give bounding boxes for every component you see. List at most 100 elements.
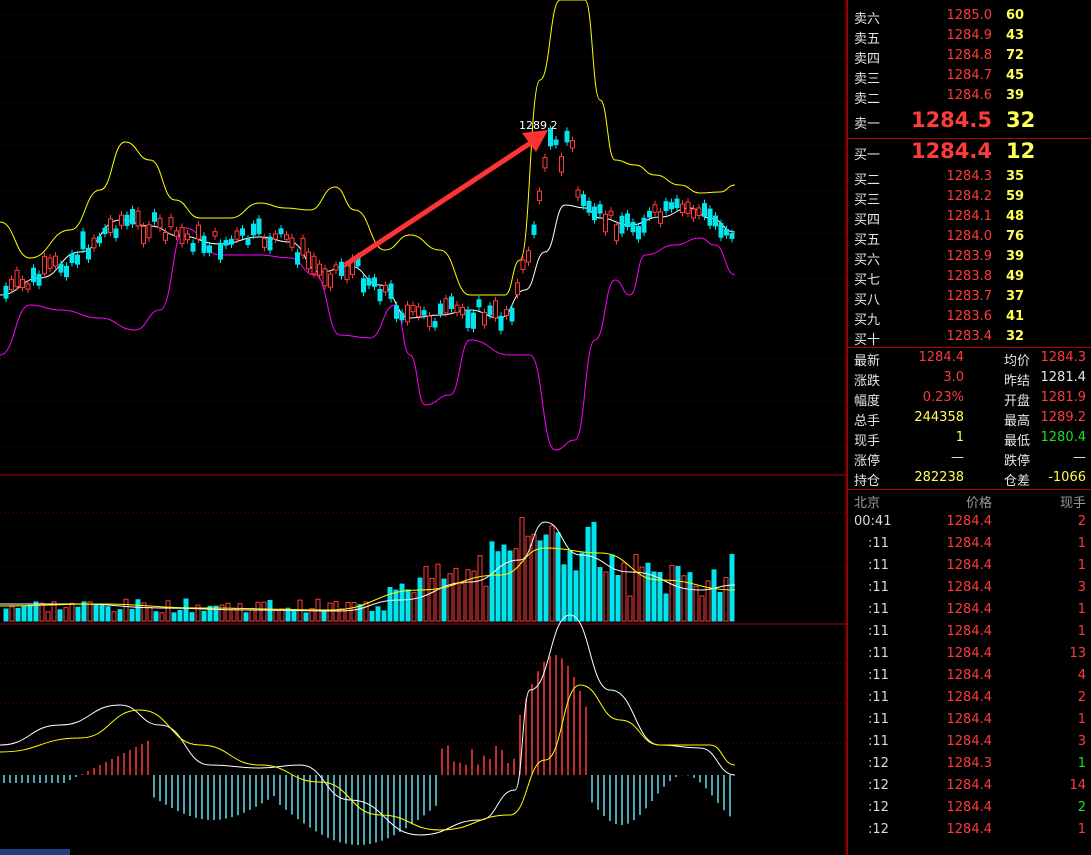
- candle-body: [718, 222, 724, 238]
- tick-row[interactable]: :11 1284.4 1: [848, 600, 1091, 622]
- tick-row[interactable]: 00:41 1284.4 2: [848, 512, 1091, 534]
- candle-body: [295, 252, 300, 265]
- high-price-label: 1289.2: [519, 119, 558, 132]
- tick-row[interactable]: :11 1284.4 1: [848, 556, 1091, 578]
- level-label: 买二: [854, 173, 881, 188]
- candle-body: [339, 261, 344, 276]
- tick-row[interactable]: :11 1284.4 4: [848, 666, 1091, 688]
- quote-row: 总手 244358 最高 1289.2: [848, 408, 1091, 429]
- quote-row: 幅度 0.23% 开盘 1281.9: [848, 388, 1091, 409]
- ask-row[interactable]: 卖四 1284.8 72: [848, 46, 1091, 67]
- volume-bar: [99, 603, 105, 622]
- tick-row[interactable]: :11 1284.4 2: [848, 688, 1091, 710]
- tick-row[interactable]: :12 1284.3 1: [848, 754, 1091, 776]
- bid-row[interactable]: 买五 1284.0 76: [848, 227, 1091, 248]
- quote-label: 涨跌: [854, 374, 881, 389]
- ask-row[interactable]: 卖五 1284.9 43: [848, 26, 1091, 47]
- volume-bar: [225, 602, 231, 622]
- candle-body: [141, 226, 146, 244]
- level-volume: 76: [1006, 229, 1025, 244]
- tick-row[interactable]: :11 1284.4 1: [848, 710, 1091, 732]
- candle-body: [674, 198, 680, 209]
- tick-row[interactable]: :11 1284.4 13: [848, 644, 1091, 666]
- candle-body: [344, 264, 350, 281]
- tick-row[interactable]: :12 1284.4 1: [848, 820, 1091, 842]
- volume-bar: [615, 575, 621, 622]
- kline-chart[interactable]: [0, 0, 847, 855]
- bid-row[interactable]: 买四 1284.1 48: [848, 207, 1091, 228]
- tick-volume: 1: [1077, 624, 1086, 639]
- volume-bar: [519, 516, 525, 622]
- tick-row[interactable]: :11 1284.4 1: [848, 534, 1091, 556]
- volume-bar: [573, 570, 579, 622]
- quote-value: 1281.4: [1040, 370, 1087, 385]
- level-price: 1284.0: [946, 229, 993, 244]
- volume-bar: [633, 553, 639, 622]
- volume-bar: [345, 601, 351, 622]
- candle-body: [603, 213, 608, 233]
- ask-row[interactable]: 卖六 1285.0 60: [848, 6, 1091, 27]
- bid-row[interactable]: 买八 1283.7 37: [848, 287, 1091, 308]
- level-price: 1284.4: [910, 139, 992, 163]
- candle-body: [168, 217, 174, 228]
- bid-row[interactable]: 买六 1283.9 39: [848, 247, 1091, 268]
- bid-row[interactable]: 买三 1284.2 59: [848, 187, 1091, 208]
- volume-bar: [555, 532, 561, 622]
- bid-row[interactable]: 买七 1283.8 49: [848, 267, 1091, 288]
- candle-body: [229, 238, 234, 245]
- volume-bar: [531, 533, 537, 622]
- tick-row[interactable]: :11 1284.4 3: [848, 578, 1091, 600]
- candle-body: [729, 233, 735, 239]
- level-price: 1284.7: [946, 68, 993, 83]
- volume-bar: [57, 609, 63, 622]
- volume-bar: [489, 541, 495, 622]
- tick-row[interactable]: :11 1284.4 1: [848, 622, 1091, 644]
- candle-body: [372, 277, 377, 287]
- candle-body: [80, 231, 86, 250]
- candle-body: [311, 255, 317, 275]
- candle-body: [608, 210, 614, 216]
- quote-label: 最高: [1004, 414, 1031, 429]
- volume-bar: [3, 608, 9, 622]
- volume-bar: [501, 544, 507, 622]
- level-volume: 49: [1006, 269, 1025, 284]
- quote-value: 1281.9: [1040, 390, 1087, 405]
- candle-body: [377, 289, 383, 302]
- chart-area[interactable]: 1289.2: [0, 0, 847, 855]
- volume-bar: [177, 609, 183, 622]
- level-volume: 59: [1006, 189, 1025, 204]
- ask-row[interactable]: 卖三 1284.7 45: [848, 66, 1091, 87]
- tick-row[interactable]: :12 1284.4 2: [848, 798, 1091, 820]
- quote-row: 最新 1284.4 均价 1284.3: [848, 348, 1091, 369]
- volume-bar: [561, 564, 567, 622]
- bid-row[interactable]: 买九 1283.6 41: [848, 307, 1091, 328]
- candle-body: [234, 230, 240, 240]
- tick-row[interactable]: :12 1284.4 14: [848, 776, 1091, 798]
- candle-body: [498, 315, 504, 331]
- volume-bar: [45, 611, 51, 622]
- level-label: 卖六: [854, 12, 881, 27]
- quote-value: 1284.4: [918, 350, 965, 365]
- tick-volume: 2: [1077, 690, 1086, 705]
- level-price: 1284.8: [946, 48, 993, 63]
- candle-body: [410, 304, 416, 313]
- volume-bar: [93, 604, 99, 622]
- tick-time: :11: [868, 690, 889, 705]
- bid-row[interactable]: 买二 1284.3 35: [848, 167, 1091, 188]
- candle-body: [416, 306, 421, 317]
- ticks-price-header: 价格: [965, 496, 992, 511]
- level-label: 卖四: [854, 52, 881, 67]
- candle-body: [163, 232, 168, 241]
- bid1-row[interactable]: 买一 1284.4 12: [848, 139, 1091, 166]
- ask-row[interactable]: 卖二 1284.6 39: [848, 86, 1091, 107]
- volume-bar: [129, 609, 135, 622]
- candle-body: [174, 230, 179, 237]
- quote-value: 1: [955, 430, 964, 445]
- ask1-row[interactable]: 卖一 1284.5 32: [848, 108, 1091, 135]
- bid-row[interactable]: 买十 1283.4 32: [848, 327, 1091, 348]
- tick-volume: 2: [1077, 800, 1086, 815]
- candle-body: [663, 201, 669, 212]
- volume-bar: [33, 601, 39, 622]
- ticks-time-header: 北京: [854, 496, 881, 511]
- tick-row[interactable]: :11 1284.4 3: [848, 732, 1091, 754]
